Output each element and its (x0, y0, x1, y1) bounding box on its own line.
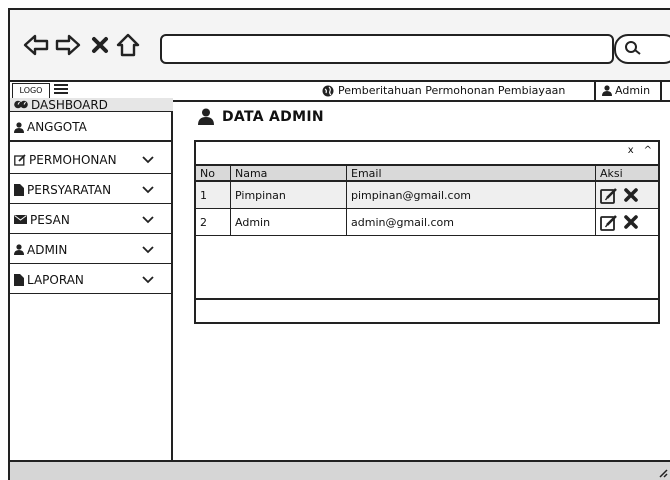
back-arrow-icon[interactable] (22, 30, 50, 60)
chevron-down-icon (142, 185, 154, 193)
cell-aksi (595, 208, 658, 236)
hamburger-menu-icon[interactable] (54, 84, 68, 96)
column-header-email: Email (346, 166, 596, 182)
sidebar-item-anggota[interactable]: ANGGOTA (10, 114, 173, 142)
globe-icon (322, 85, 334, 96)
sidebar-item-admin[interactable]: ADMIN (10, 236, 173, 264)
delete-icon[interactable] (624, 215, 638, 229)
file-icon (14, 273, 24, 286)
resize-handle-icon[interactable] (658, 468, 668, 478)
cell-no: 2 (196, 208, 231, 236)
search-button[interactable] (614, 34, 670, 64)
sidebar-item-label: ADMIN (27, 242, 68, 257)
user-name: Admin (615, 84, 651, 97)
sidebar-item-label: DASHBOARD (31, 97, 108, 112)
sidebar-item-laporan[interactable]: LAPORAN (10, 266, 173, 294)
sidebar-item-permohonan[interactable]: PERMOHONAN (10, 146, 173, 174)
app-window: LOGO Pemberitahuan Permohonan Pembiayaan… (0, 0, 670, 480)
notification-link[interactable]: Pemberitahuan Permohonan Pembiayaan (322, 83, 565, 98)
edit-icon[interactable] (600, 187, 618, 204)
admin-data-panel: x ^ No Nama Email Aksi 1 Pimpinan pimpin… (194, 140, 660, 324)
dashboard-icon (14, 100, 28, 109)
home-icon[interactable] (114, 30, 142, 60)
row-actions (600, 214, 654, 231)
sidebar: DASHBOARD ANGGOTA PERMOHONAN PERSYARATAN… (8, 98, 173, 460)
sidebar-item-pesan[interactable]: PESAN (10, 206, 173, 234)
page-title: DATA ADMIN (198, 108, 324, 125)
header-divider (594, 82, 596, 100)
cell-no: 1 (196, 181, 231, 209)
sidebar-item-label: ANGGOTA (27, 120, 87, 134)
app-footer (8, 460, 670, 480)
search-icon (625, 41, 641, 55)
cell-email: admin@gmail.com (346, 208, 596, 236)
cell-email: pimpinan@gmail.com (346, 181, 596, 209)
chevron-down-icon (142, 215, 154, 223)
sidebar-item-label: PERMOHONAN (29, 152, 117, 167)
chevron-down-icon (142, 155, 154, 163)
sidebar-item-label: LAPORAN (27, 272, 84, 287)
panel-toolbar: x ^ (196, 142, 658, 166)
envelope-icon (14, 215, 27, 224)
table-header-row: No Nama Email Aksi (196, 166, 658, 182)
user-icon (14, 121, 24, 133)
row-actions (600, 187, 654, 204)
panel-controls: x ^ (628, 145, 652, 156)
sidebar-item-label: PESAN (30, 212, 70, 227)
file-icon (14, 183, 24, 196)
forward-arrow-icon[interactable] (54, 30, 82, 60)
table-row: 1 Pimpinan pimpinan@gmail.com (196, 181, 658, 209)
sidebar-item-label: PERSYARATAN (27, 182, 112, 197)
edit-icon (14, 153, 26, 166)
notification-label: Pemberitahuan Permohonan Pembiayaan (338, 84, 566, 97)
cell-nama: Admin (230, 208, 347, 236)
chevron-down-icon (142, 245, 154, 253)
edit-icon[interactable] (600, 214, 618, 231)
panel-collapse-button[interactable]: ^ (644, 145, 652, 156)
close-icon[interactable] (86, 30, 114, 60)
column-header-no: No (196, 166, 231, 182)
delete-icon[interactable] (624, 188, 638, 202)
column-header-nama: Nama (230, 166, 347, 182)
sidebar-item-dashboard[interactable]: DASHBOARD (10, 98, 173, 112)
admin-table: No Nama Email Aksi 1 Pimpinan pimpinan@g… (196, 166, 658, 236)
cell-nama: Pimpinan (230, 181, 347, 209)
cell-aksi (595, 181, 658, 209)
user-icon (198, 108, 214, 125)
column-header-aksi: Aksi (595, 166, 658, 182)
panel-close-button[interactable]: x (628, 145, 634, 156)
url-input[interactable] (160, 34, 614, 64)
user-icon (602, 85, 612, 96)
chevron-down-icon (142, 275, 154, 283)
sidebar-item-persyaratan[interactable]: PERSYARATAN (10, 176, 173, 204)
page-title-text: DATA ADMIN (222, 108, 324, 125)
header-divider (660, 82, 662, 100)
user-icon (14, 244, 24, 255)
user-menu[interactable]: Admin (602, 83, 650, 98)
table-row: 2 Admin admin@gmail.com (196, 208, 658, 236)
panel-footer (196, 298, 658, 324)
browser-toolbar (8, 8, 670, 82)
